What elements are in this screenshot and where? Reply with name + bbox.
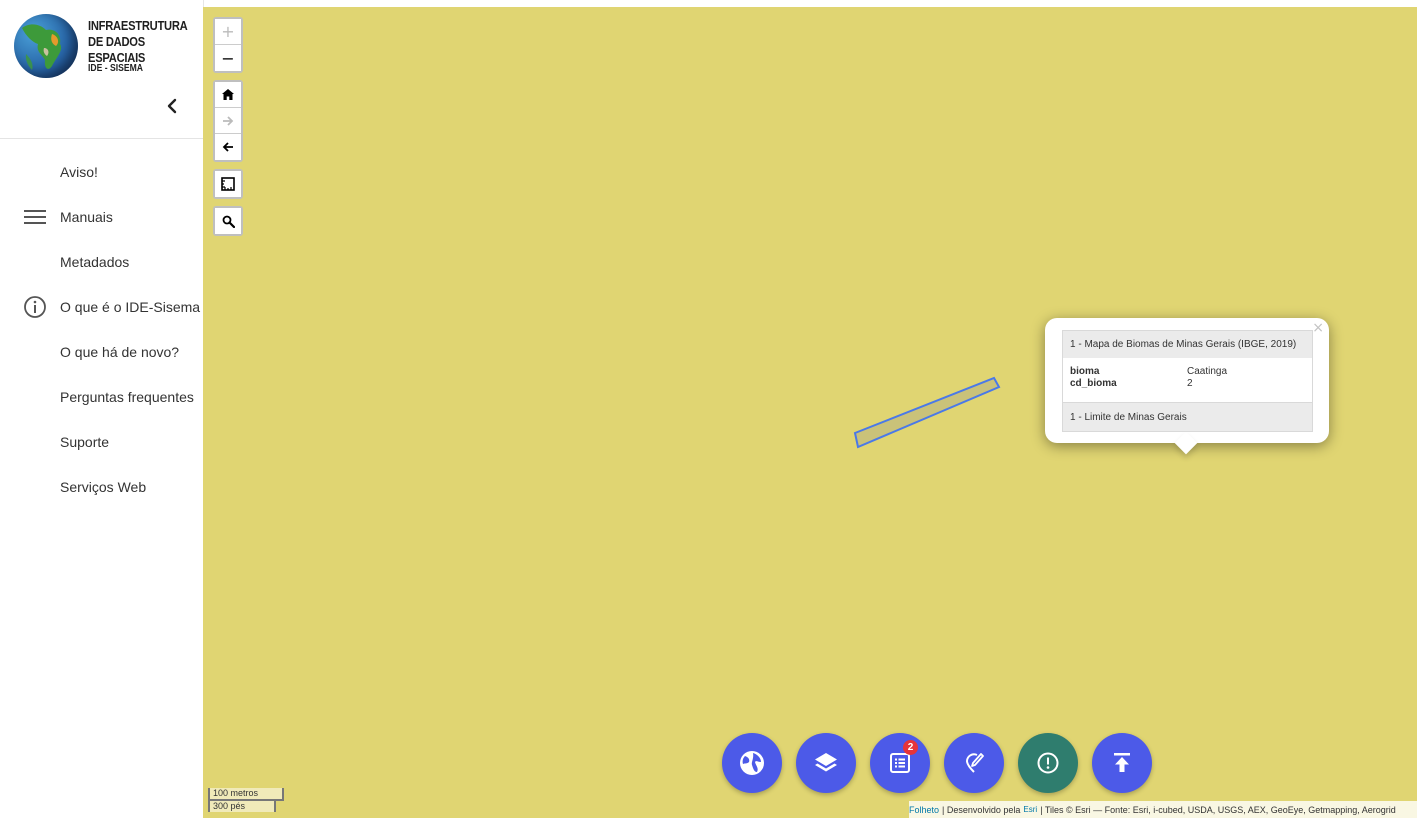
info-circle-icon: [22, 294, 48, 320]
layers-icon: [815, 753, 837, 772]
upload-icon: [1114, 753, 1130, 772]
sidebar-item-o-que-e[interactable]: O que é o IDE-Sisema: [0, 284, 203, 329]
sidebar-item-manuais[interactable]: Manuais: [0, 194, 203, 239]
sidebar-item-label: Perguntas frequentes: [60, 388, 194, 405]
sidebar: INFRAESTRUTURA DE DADOS ESPACIAIS IDE - …: [0, 0, 204, 818]
scale-bar: 100 metros 300 pés: [208, 788, 284, 812]
legend-count-badge: 2: [903, 740, 918, 755]
zoom-out-button[interactable]: −: [215, 45, 241, 71]
map-canvas[interactable]: + − × 1 - Mapa de Biomas de Minas Gerais…: [203, 7, 1417, 818]
hamburger-menu-icon: [22, 204, 48, 230]
attribute-row: bioma Caatinga: [1070, 366, 1300, 378]
developed-by-text: | Desenvolvido pela: [942, 804, 1021, 815]
map-attribution: Folheto | Desenvolvido pela Esri | Tiles…: [909, 801, 1417, 818]
sidebar-item-servicos-web[interactable]: Serviços Web: [0, 464, 203, 509]
popup-close-button[interactable]: ×: [1312, 320, 1324, 336]
upload-button[interactable]: [1092, 733, 1152, 793]
pen-icon: [965, 753, 984, 773]
collapse-sidebar-button[interactable]: [160, 94, 184, 118]
search-button[interactable]: [215, 208, 241, 234]
history-forward-button[interactable]: [215, 108, 241, 134]
sidebar-item-label: Metadados: [60, 253, 130, 270]
feature-info-popup: × 1 - Mapa de Biomas de Minas Gerais (IB…: [1045, 318, 1329, 455]
leaflet-link[interactable]: Folheto: [909, 805, 939, 815]
scale-imperial: 300 pés: [208, 799, 276, 812]
navigation-control: [213, 80, 243, 162]
logo-subtitle: IDE - SISEMA: [88, 63, 143, 74]
measure-control: [213, 169, 243, 199]
history-back-button[interactable]: [215, 134, 241, 160]
legend-button[interactable]: 2: [870, 733, 930, 793]
popup-layer-footer[interactable]: 1 - Limite de Minas Gerais: [1063, 402, 1312, 431]
popup-layer-header[interactable]: 1 - Mapa de Biomas de Minas Gerais (IBGE…: [1063, 331, 1312, 358]
sidebar-item-novidades[interactable]: O que há de novo?: [0, 329, 203, 374]
home-button[interactable]: [215, 82, 241, 108]
home-icon: [222, 89, 234, 100]
sidebar-menu: Aviso! Manuais Metadados O que é o IDE-S…: [0, 149, 203, 509]
popup-content: 1 - Mapa de Biomas de Minas Gerais (IBGE…: [1062, 330, 1313, 432]
sidebar-item-aviso[interactable]: Aviso!: [0, 149, 203, 194]
zoom-in-button[interactable]: +: [215, 19, 241, 45]
basemap-button[interactable]: [722, 733, 782, 793]
selected-feature-polygon[interactable]: [848, 373, 1003, 453]
layers-button[interactable]: [796, 733, 856, 793]
arrow-left-icon: [222, 142, 233, 152]
sidebar-divider: [0, 138, 203, 139]
attribute-key: bioma: [1070, 366, 1100, 377]
sidebar-item-suporte[interactable]: Suporte: [0, 419, 203, 464]
sidebar-item-label: Manuais: [60, 208, 113, 225]
measure-icon: [221, 177, 235, 191]
chevron-left-icon: [167, 98, 177, 114]
sidebar-item-label: Suporte: [60, 433, 110, 450]
measure-button[interactable]: [215, 171, 241, 197]
search-control: [213, 206, 243, 236]
attribute-value: 2: [1187, 378, 1193, 389]
popup-tip: [1174, 431, 1198, 455]
globe-logo-icon: [14, 14, 78, 78]
popup-attributes: bioma Caatinga cd_bioma 2: [1063, 358, 1312, 402]
globe-icon: [740, 751, 764, 775]
sidebar-item-faq[interactable]: Perguntas frequentes: [0, 374, 203, 419]
sidebar-item-metadados[interactable]: Metadados: [0, 239, 203, 284]
sidebar-item-label: Serviços Web: [60, 478, 147, 495]
exclamation-circle-icon: [1037, 752, 1059, 774]
search-icon: [222, 215, 235, 228]
attribute-row: cd_bioma 2: [1070, 378, 1300, 390]
attribute-key: cd_bioma: [1070, 378, 1117, 389]
attribute-value: Caatinga: [1187, 366, 1228, 377]
zoom-control: + −: [213, 17, 243, 73]
draw-button[interactable]: [944, 733, 1004, 793]
tiles-attribution-text: | Tiles © Esri — Fonte: Esri, i-cubed, U…: [1040, 804, 1396, 815]
esri-link[interactable]: Esri: [1023, 805, 1037, 814]
sidebar-item-label: Aviso!: [60, 163, 98, 180]
sidebar-item-label: O que há de novo?: [60, 343, 180, 360]
app-logo[interactable]: INFRAESTRUTURA DE DADOS ESPACIAIS IDE - …: [14, 14, 204, 78]
logo-title: INFRAESTRUTURA DE DADOS ESPACIAIS: [88, 18, 188, 65]
sidebar-item-label: O que é o IDE-Sisema: [60, 298, 201, 315]
arrow-right-icon: [223, 115, 234, 126]
alert-button[interactable]: [1018, 733, 1078, 793]
